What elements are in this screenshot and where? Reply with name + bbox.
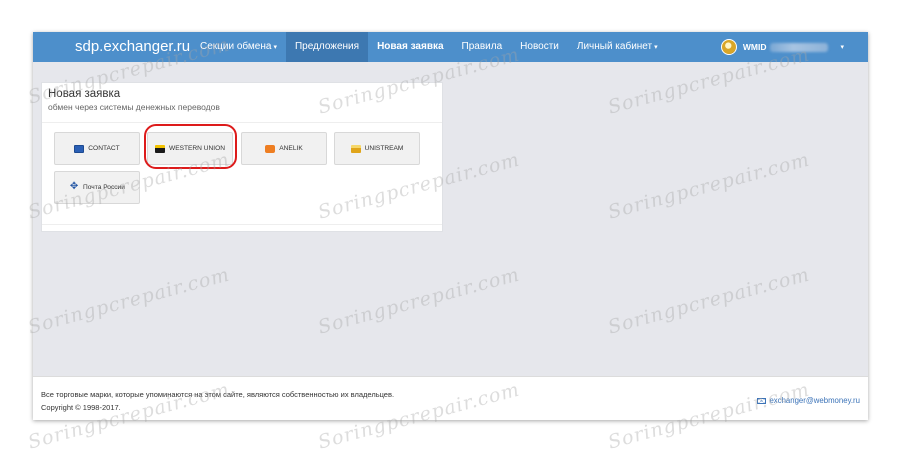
contact-logo-icon: [74, 144, 85, 153]
envelope-icon: [757, 397, 767, 404]
system-tile-russian-post[interactable]: ✥ Почта России: [54, 171, 140, 204]
page-footer: Все торговые марки, которые упоминаются …: [33, 376, 868, 420]
trademark-notice: Все торговые марки, которые упоминаются …: [41, 390, 395, 399]
nav-offers[interactable]: Предложения: [285, 32, 369, 62]
anelik-logo-icon: [265, 144, 276, 153]
system-label: CONTACT: [88, 145, 120, 152]
new-request-panel: Новая заявка обмен через системы денежны…: [41, 82, 443, 232]
panel-header: Новая заявка обмен через системы денежны…: [42, 83, 442, 123]
medal-icon: [720, 39, 737, 55]
nav-rules[interactable]: Правила: [453, 32, 512, 62]
nav-new-request[interactable]: Новая заявка: [368, 32, 452, 62]
nav-label: Новости: [520, 41, 559, 52]
nav-personal-account[interactable]: Личный кабинет ▾: [568, 32, 667, 62]
nav-news[interactable]: Новости: [511, 32, 568, 62]
panel-footer: [42, 224, 442, 231]
system-tile-unistream[interactable]: UNISTREAM: [334, 132, 420, 165]
panel-title: Новая заявка: [48, 88, 121, 100]
contact-email-link[interactable]: exchanger@webmoney.ru: [757, 396, 860, 405]
copyright-text: Copyright © 1998-2017.: [41, 403, 121, 412]
system-tile-anelik[interactable]: ANELIK: [241, 132, 327, 165]
nav-exchange-sections[interactable]: Секции обмена ▾: [191, 32, 286, 62]
main-nav: Секции обмена ▾ Предложения Новая заявка …: [191, 32, 667, 62]
chevron-down-icon: ▾: [273, 44, 277, 51]
nav-label: Личный кабинет: [576, 41, 653, 52]
system-label: UNISTREAM: [364, 145, 404, 152]
system-label: ANELIK: [279, 145, 303, 152]
system-label: WESTERN UNION: [168, 145, 226, 152]
system-label: Почта России: [83, 184, 125, 191]
email-text: exchanger@webmoney.ru: [769, 396, 860, 405]
browser-viewport: sdp.exchanger.ru Секции обмена ▾ Предложе…: [33, 32, 868, 420]
system-tile-western-union[interactable]: WESTERN UNION: [147, 132, 233, 165]
wmid-value-redacted: [770, 42, 829, 52]
chevron-down-icon: ▾: [654, 44, 658, 51]
nav-label: Правила: [461, 41, 503, 52]
nav-label: Новая заявка: [377, 41, 444, 52]
russian-post-logo-icon: ✥: [69, 180, 79, 192]
top-navbar: sdp.exchanger.ru Секции обмена ▾ Предложе…: [33, 32, 868, 62]
chevron-down-icon: ▾: [840, 44, 844, 51]
western-union-logo-icon: [154, 144, 165, 153]
system-tile-contact[interactable]: CONTACT: [54, 132, 140, 165]
unistream-logo-icon: [350, 144, 361, 153]
user-menu[interactable]: WMID ▾: [720, 32, 844, 62]
nav-label: Секции обмена: [200, 41, 272, 52]
brand-logo-link[interactable]: sdp.exchanger.ru: [75, 38, 190, 55]
wmid-label: WMID: [742, 42, 767, 52]
nav-label: Предложения: [294, 41, 360, 52]
panel-subtitle: обмен через системы денежных переводов: [48, 102, 220, 112]
